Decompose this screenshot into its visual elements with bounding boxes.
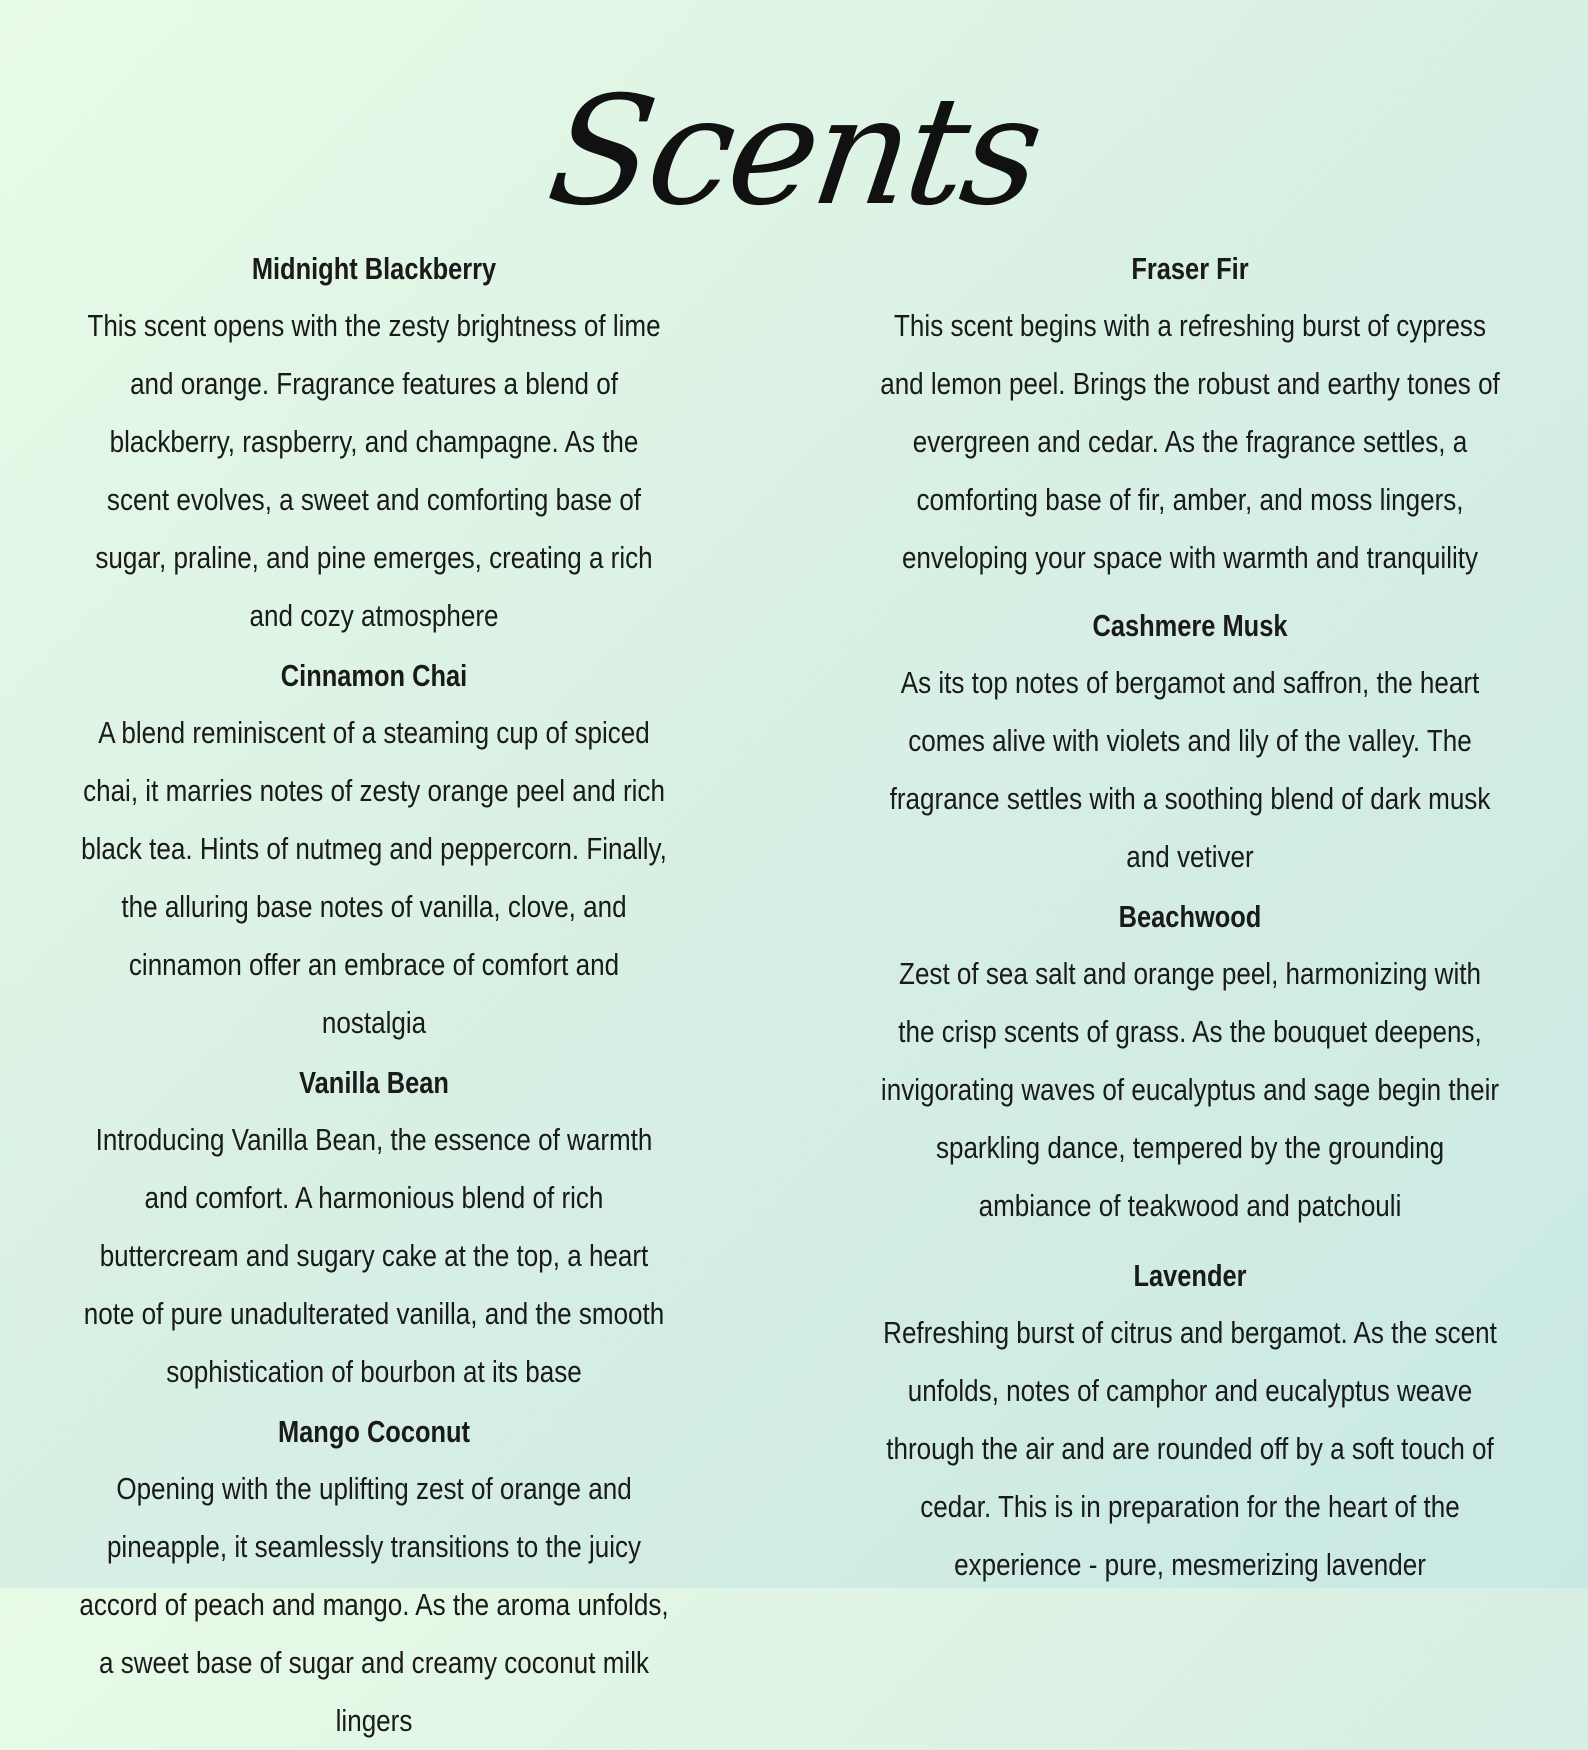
scent-name: Beachwood (1118, 899, 1262, 934)
scent-name: Vanilla Bean (299, 1065, 449, 1100)
scent-item: Cashmere Musk As its top notes of bergam… (820, 603, 1560, 886)
scent-description: Zest of sea salt and orange peel, harmon… (880, 956, 1500, 1223)
scent-name: Cinnamon Chai (280, 658, 468, 693)
scent-name: Mango Coconut (277, 1414, 471, 1449)
scent-description: This scent begins with a refreshing burs… (880, 308, 1500, 575)
scent-item: Mango Coconut Opening with the uplifting… (20, 1409, 728, 1750)
scent-item: Cinnamon Chai A blend reminiscent of a s… (20, 653, 728, 1052)
scent-item: Lavender Refreshing burst of citrus and … (820, 1253, 1560, 1594)
scent-name: Lavender (1133, 1258, 1247, 1293)
scent-description: Refreshing burst of citrus and bergamot.… (883, 1315, 1497, 1582)
left-scent-column: Midnight Blackberry This scent opens wit… (20, 246, 728, 1750)
scent-description: Introducing Vanilla Bean, the essence of… (83, 1122, 665, 1389)
scent-item: Midnight Blackberry This scent opens wit… (20, 246, 728, 645)
scent-item: Fraser Fir This scent begins with a refr… (820, 246, 1560, 587)
scent-item: Beachwood Zest of sea salt and orange pe… (820, 894, 1560, 1235)
right-scent-column: Fraser Fir This scent begins with a refr… (820, 246, 1560, 1594)
scent-name: Cashmere Musk (1092, 608, 1288, 643)
scent-name: Fraser Fir (1131, 251, 1249, 286)
scent-description: This scent opens with the zesty brightne… (87, 308, 661, 633)
scent-item: Vanilla Bean Introducing Vanilla Bean, t… (20, 1060, 728, 1401)
page-title: Scents (539, 65, 1049, 239)
scent-description: Opening with the uplifting zest of orang… (79, 1471, 669, 1738)
scent-description: A blend reminiscent of a steaming cup of… (81, 715, 667, 1040)
scent-name: Midnight Blackberry (251, 251, 497, 286)
scent-description: As its top notes of bergamot and saffron… (889, 665, 1491, 874)
